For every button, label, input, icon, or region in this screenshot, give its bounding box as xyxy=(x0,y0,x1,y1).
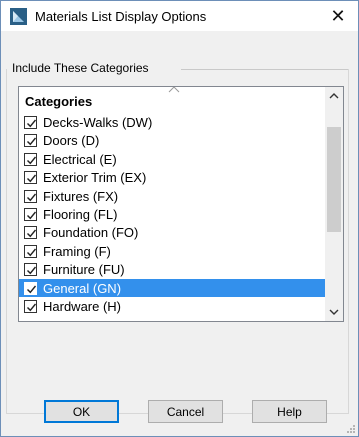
list-item[interactable]: Foundation (FO) xyxy=(19,223,325,241)
dialog-window: Materials List Display Options ✕ Include… xyxy=(0,0,359,437)
checkbox[interactable] xyxy=(24,152,37,166)
list-item-label: Foundation (FO) xyxy=(43,225,139,241)
scroll-thumb[interactable] xyxy=(327,127,341,232)
checkbox[interactable] xyxy=(24,116,37,129)
list-item-label: Furniture (FU) xyxy=(43,262,125,278)
checkbox[interactable] xyxy=(24,207,37,221)
checkmark-icon xyxy=(27,211,37,220)
resize-grip-icon[interactable] xyxy=(345,423,355,433)
list-item[interactable]: General (GN) xyxy=(19,278,325,297)
list-item[interactable]: Hardware (H) xyxy=(19,297,325,315)
checkmark-icon xyxy=(27,119,37,128)
list-item[interactable]: Electrical (E) xyxy=(19,150,325,168)
list-item[interactable]: Framing (F) xyxy=(19,242,325,260)
list-item[interactable]: Fixtures (FX) xyxy=(19,187,325,205)
checkbox[interactable] xyxy=(24,299,37,313)
ok-button[interactable]: OK xyxy=(44,400,119,423)
list-header[interactable]: Categories xyxy=(19,87,325,113)
list-item-label: Flooring (FL) xyxy=(43,206,118,222)
list-item[interactable]: Decks-Walks (DW) xyxy=(19,113,325,131)
list-item-label: Electrical (E) xyxy=(43,151,117,167)
column-header-categories: Categories xyxy=(25,94,93,109)
sort-ascending-icon xyxy=(168,87,180,93)
checkmark-icon xyxy=(27,193,37,201)
scroll-down-button[interactable] xyxy=(325,303,343,321)
checkmark-icon xyxy=(27,229,37,238)
checkmark-icon xyxy=(27,303,37,312)
close-button[interactable]: ✕ xyxy=(318,1,358,31)
vertical-scrollbar[interactable] xyxy=(325,87,343,321)
checkbox[interactable] xyxy=(24,281,37,295)
group-divider xyxy=(181,69,348,70)
list-item-label: Doors (D) xyxy=(43,133,100,149)
list-rows: Decks-Walks (DW) Doors (D) Electrical (E) E… xyxy=(19,113,325,315)
checkbox[interactable] xyxy=(24,189,37,203)
group-label: Include These Categories xyxy=(12,61,153,75)
checkbox[interactable] xyxy=(24,226,37,240)
app-icon xyxy=(10,8,27,25)
list-item-label: Fixtures (FX) xyxy=(43,188,119,204)
list-item-label: General (GN) xyxy=(43,280,122,296)
list-item-label: Hardware (H) xyxy=(43,298,122,314)
close-icon: ✕ xyxy=(330,5,346,26)
checkbox[interactable] xyxy=(24,244,37,258)
checkbox[interactable] xyxy=(24,263,37,277)
list-item-label: Exterior Trim (EX) xyxy=(43,170,147,186)
checkmark-icon xyxy=(27,137,37,146)
checkmark-icon xyxy=(27,266,37,275)
checkbox[interactable] xyxy=(24,171,37,185)
title-bar: Materials List Display Options ✕ xyxy=(1,1,358,31)
checkbox[interactable] xyxy=(24,134,37,148)
scroll-up-button[interactable] xyxy=(325,87,343,105)
help-button[interactable]: Help xyxy=(252,400,327,423)
window-title: Materials List Display Options xyxy=(35,9,207,24)
list-item[interactable]: Doors (D) xyxy=(19,131,325,149)
categories-list[interactable]: Categories Decks-Walks (DW) Doors (D) Elec… xyxy=(18,86,344,322)
cancel-button[interactable]: Cancel xyxy=(148,400,223,423)
checkmark-icon xyxy=(27,285,37,293)
list-item[interactable]: Furniture (FU) xyxy=(19,260,325,278)
list-item-label: Decks-Walks (DW) xyxy=(43,115,153,130)
list-item-label: Framing (F) xyxy=(43,243,111,259)
checkmark-icon xyxy=(27,174,37,183)
chevron-up-icon xyxy=(329,93,339,99)
checkmark-icon xyxy=(27,156,37,165)
list-item[interactable]: Flooring (FL) xyxy=(19,205,325,223)
checkmark-icon xyxy=(27,248,37,257)
list-item[interactable]: Exterior Trim (EX) xyxy=(19,168,325,186)
chevron-down-icon xyxy=(329,309,339,315)
